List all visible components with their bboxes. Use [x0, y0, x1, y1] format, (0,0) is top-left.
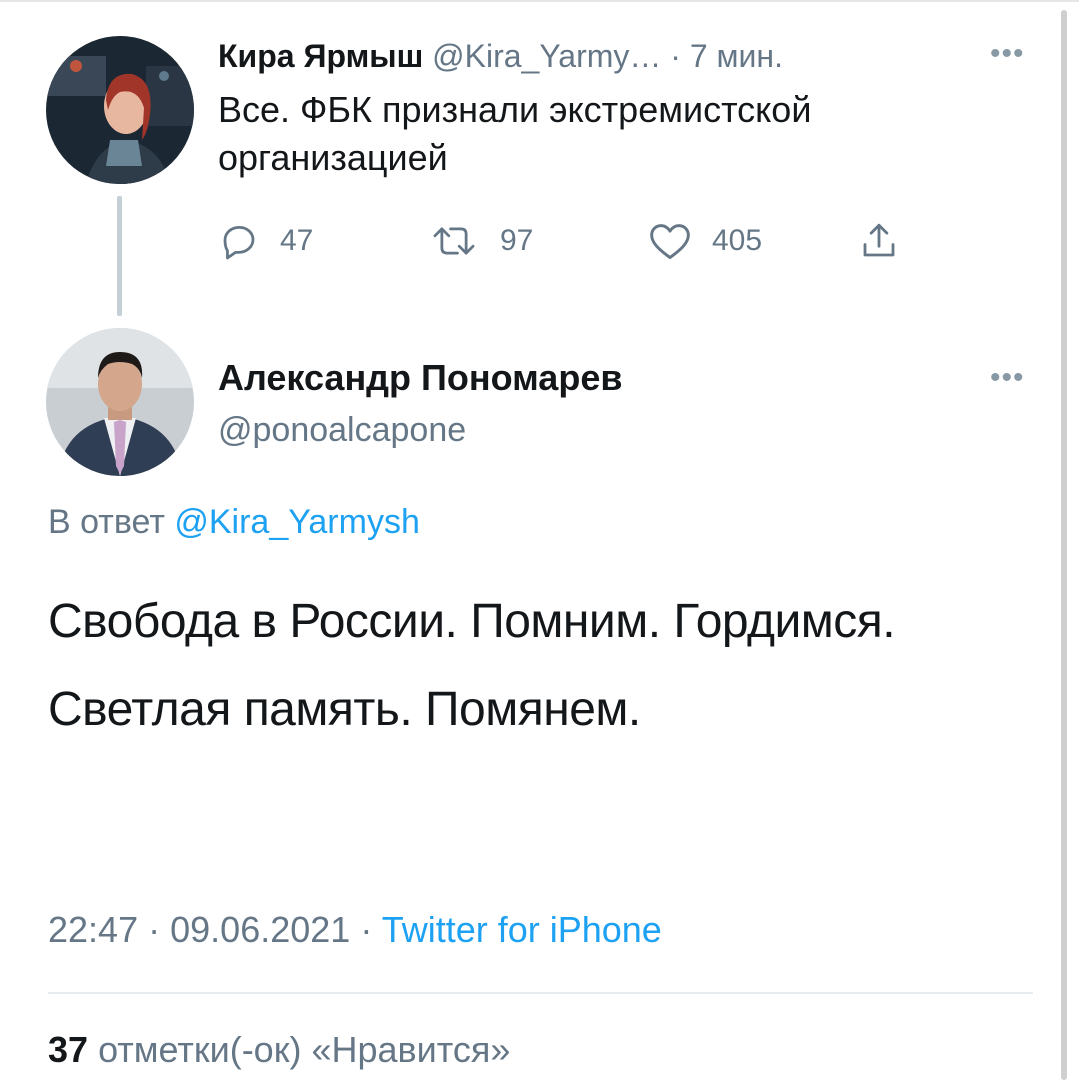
tweet2-meta: 22:47 · 09.06.2021 · Twitter for iPhone [48, 906, 662, 954]
scrollbar[interactable] [1061, 10, 1067, 1080]
tweet1-actions: 47 97 405 [218, 218, 938, 264]
tweet2-text: Свобода в России. Помним. Гордимся. Свет… [48, 595, 896, 736]
reply-button[interactable]: 47 [218, 218, 313, 264]
top-border [0, 0, 1079, 2]
retweet-icon [428, 220, 480, 262]
likes-count: 37 [48, 1029, 89, 1070]
tweet2-time: 22:47 [48, 909, 139, 950]
meta-separator: · [360, 909, 373, 950]
tweet1-time-separator: · [670, 38, 681, 74]
tweet2-date: 09.06.2021 [170, 909, 351, 950]
reply-context: В ответ @Kira_Yarmysh [48, 500, 420, 544]
like-icon [648, 220, 692, 262]
tweet1-time[interactable]: 7 мин. [690, 38, 783, 74]
likes-summary[interactable]: 37 отметки(-ок) «Нравится» [48, 1026, 510, 1074]
retweet-count: 97 [500, 224, 534, 257]
tweet1-header: Кира Ярмыш @Kira_Yarmy… · 7 мин. [218, 36, 783, 76]
share-icon [858, 220, 900, 262]
reply-count: 47 [280, 224, 314, 257]
reply-icon [218, 220, 260, 262]
like-button[interactable]: 405 [648, 218, 762, 264]
reply-handle-link[interactable]: @Kira_Yarmysh [174, 503, 420, 541]
reply-prefix: В ответ [48, 503, 165, 541]
like-count: 405 [712, 224, 763, 257]
tweet2-author-name[interactable]: Александр Пономарев [218, 356, 622, 400]
retweet-button[interactable]: 97 [428, 218, 533, 264]
share-button[interactable] [858, 218, 900, 264]
likes-label: отметки(-ок) «Нравится» [98, 1029, 511, 1070]
tweet1-author-name[interactable]: Кира Ярмыш [218, 38, 423, 74]
more-icon[interactable]: ••• [990, 39, 1025, 69]
thread-connector [117, 196, 122, 316]
meta-separator: · [148, 909, 161, 950]
tweet1-author-handle[interactable]: @Kira_Yarmy… [432, 38, 661, 74]
divider [48, 992, 1033, 994]
avatar-kira[interactable] [46, 36, 194, 184]
more-icon[interactable]: ••• [990, 363, 1025, 393]
tweet2-author-handle[interactable]: @ponoalcapone [218, 408, 466, 452]
tweet2-source-link[interactable]: Twitter for iPhone [382, 909, 662, 950]
tweet1-text: Все. ФБК признали экстремистской организ… [218, 89, 812, 178]
avatar-ponomarev[interactable] [46, 328, 194, 476]
